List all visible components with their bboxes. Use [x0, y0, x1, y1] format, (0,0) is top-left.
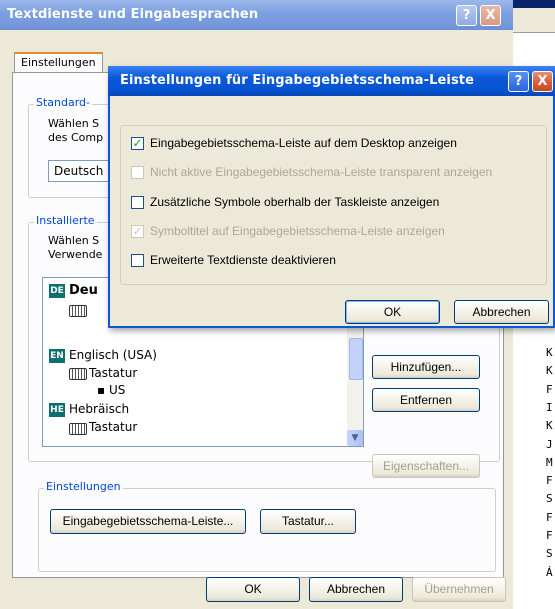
keyboard-settings-button[interactable]: Tastatur...	[260, 509, 356, 534]
option-label[interactable]: Eingabegebietsschema-Leiste auf dem Desk…	[150, 136, 457, 150]
keyboard-icon	[69, 368, 87, 380]
language-badge: EN	[49, 349, 65, 363]
background-column-char: K	[546, 346, 553, 359]
background-divider	[510, 32, 555, 33]
bullet-icon: ▪	[97, 383, 106, 397]
help-button[interactable]: ?	[456, 5, 477, 26]
option-checkbox[interactable]: ✓	[131, 137, 144, 150]
option-label[interactable]: Nicht aktive Eingabegebietsschema-Leiste…	[150, 165, 492, 179]
language-name[interactable]: Englisch (USA)	[69, 348, 157, 362]
close-button[interactable]: X	[480, 5, 501, 26]
dialog-help-button[interactable]: ?	[508, 71, 529, 92]
keyboard-icon	[69, 305, 87, 317]
background-column-char: K	[546, 364, 553, 378]
background-column-char: J	[546, 437, 553, 451]
dialog-ok-button[interactable]: OK	[345, 300, 440, 324]
scroll-down-icon[interactable]: ▼	[347, 430, 363, 446]
language-bar-button[interactable]: Eingabegebietsschema-Leiste...	[50, 509, 246, 534]
dialog-close-button[interactable]: X	[532, 71, 553, 92]
background-column-char: K	[546, 419, 553, 433]
window-title: Textdienste und Eingabesprachen	[7, 7, 259, 22]
default-language-group-label: Standard-	[34, 96, 93, 109]
installed-services-group-label: Installierte	[34, 214, 97, 227]
language-name[interactable]: Deu	[69, 283, 98, 298]
background-column-char: Á	[546, 565, 553, 579]
option-label[interactable]: Erweiterte Textdienste deaktivieren	[150, 253, 336, 267]
option-checkbox[interactable]	[131, 254, 144, 268]
cancel-button[interactable]: Abbrechen	[309, 577, 403, 602]
keyboard-label[interactable]: Tastatur	[89, 366, 137, 380]
option-checkbox[interactable]	[131, 166, 144, 180]
dialog-titlebar: Einstellungen für Eingabegebietsschema-L…	[108, 66, 555, 96]
apply-button[interactable]: Übernehmen	[412, 577, 506, 602]
language-bar-settings-dialog: Einstellungen für Eingabegebietsschema-L…	[108, 66, 555, 328]
background-column-char: I	[546, 400, 553, 414]
text-services-titlebar: Textdienste und Eingabesprachen ? X	[0, 0, 513, 30]
option-label[interactable]: Zusätzliche Symbole oberhalb der Tasklei…	[150, 195, 439, 209]
installed-services-text-2: Verwende	[48, 248, 103, 261]
background-toolbar	[510, 8, 555, 32]
background-column-char: S	[546, 547, 553, 561]
language-badge: DE	[49, 284, 65, 298]
dialog-title: Einstellungen für Eingabegebietsschema-L…	[120, 73, 475, 88]
background-column-char: S	[546, 492, 553, 506]
default-language-value: Deutsch	[54, 164, 104, 178]
properties-button[interactable]: Eigenschaften...	[372, 454, 480, 478]
language-name[interactable]: Hebräisch	[69, 402, 129, 416]
add-button[interactable]: Hinzufügen...	[372, 355, 480, 379]
keyboard-icon	[69, 423, 87, 435]
default-language-text-2: des Comp	[48, 131, 104, 144]
remove-button[interactable]: Entfernen	[372, 388, 480, 412]
background-column-char: F	[546, 510, 553, 524]
default-language-text-1: Wählen S	[48, 117, 100, 130]
scroll-thumb[interactable]	[349, 338, 363, 380]
settings-group-label: Einstellungen	[44, 480, 123, 493]
tab-settings[interactable]: Einstellungen	[14, 52, 103, 74]
language-badge: HE	[49, 403, 65, 417]
background-titlebar	[510, 0, 555, 8]
background-column-char: F	[546, 382, 553, 396]
option-checkbox[interactable]	[131, 195, 144, 209]
installed-services-text-1: Wählen S	[48, 234, 100, 247]
background-column-char: F	[546, 474, 553, 488]
keyboard-label[interactable]: Tastatur	[89, 420, 137, 434]
background-column-char: M	[546, 455, 553, 469]
option-label[interactable]: Symboltitel auf Eingabegebietsschema-Lei…	[150, 224, 445, 238]
background-column-char: F	[546, 529, 553, 542]
dialog-cancel-button[interactable]: Abbrechen	[454, 300, 549, 324]
option-checkbox[interactable]: ✓	[131, 224, 144, 238]
ok-button[interactable]: OK	[206, 577, 300, 602]
layout-name[interactable]: US	[109, 383, 125, 397]
